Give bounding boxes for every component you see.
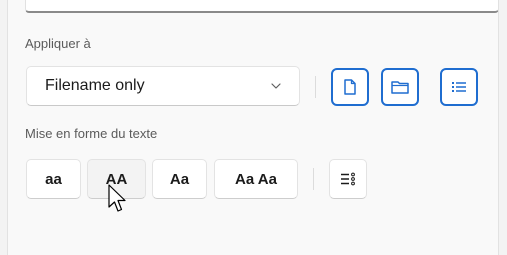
lowercase-button[interactable]: aa — [26, 159, 81, 199]
include-files-toggle[interactable] — [331, 68, 369, 106]
folder-icon — [391, 81, 409, 94]
file-icon — [344, 79, 356, 95]
title-case-button[interactable]: Aa — [152, 159, 207, 199]
enumerate-icon — [341, 172, 355, 186]
enumerate-button[interactable] — [329, 159, 367, 199]
toolbar-divider — [315, 76, 316, 98]
capitalize-words-button[interactable]: Aa Aa — [214, 159, 298, 199]
chevron-down-icon — [271, 83, 281, 89]
rename-options-panel: Appliquer à Filename only Mise en forme … — [7, 0, 499, 255]
text-input-field[interactable] — [25, 0, 499, 13]
text-format-label: Mise en forme du texte — [25, 126, 158, 141]
format-divider — [313, 168, 314, 190]
include-folders-toggle[interactable] — [381, 68, 419, 106]
apply-to-dropdown-value: Filename only — [45, 77, 145, 94]
apply-to-dropdown[interactable]: Filename only — [26, 66, 300, 106]
list-icon — [452, 82, 466, 92]
apply-to-label: Appliquer à — [25, 36, 91, 51]
include-subfolders-toggle[interactable] — [440, 68, 478, 106]
mouse-cursor-icon — [108, 184, 126, 212]
